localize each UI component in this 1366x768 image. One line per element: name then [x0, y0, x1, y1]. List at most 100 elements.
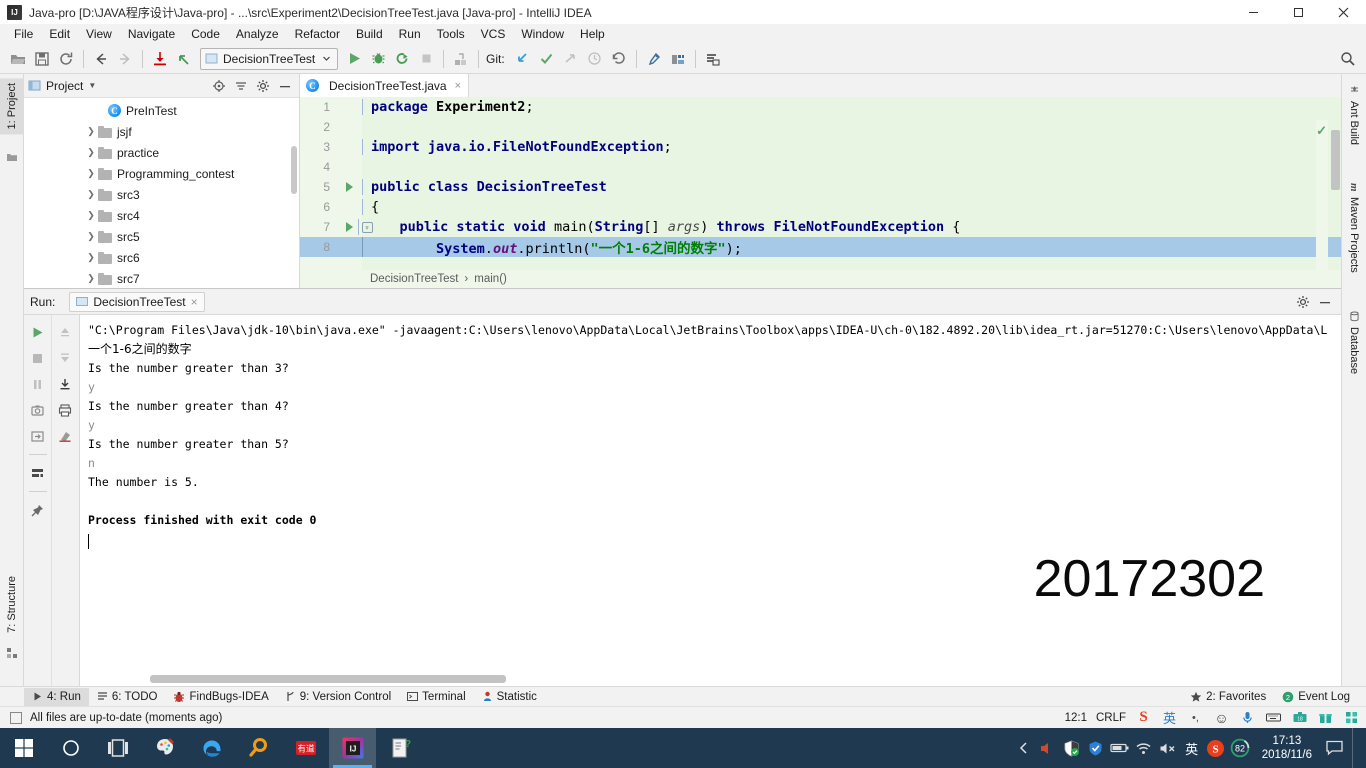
tree-item-src6[interactable]: ❯ src6 [24, 247, 299, 268]
menu-window[interactable]: Window [513, 25, 572, 43]
tree-item-preintest[interactable]: C PreInTest [24, 100, 299, 121]
save-all-icon[interactable] [30, 47, 54, 71]
console-horizontal-scrollbar[interactable] [150, 675, 506, 683]
antivirus-shield-icon[interactable] [1084, 728, 1108, 768]
chevron-right-icon[interactable]: ❯ [84, 252, 98, 263]
chevron-right-icon[interactable]: ❯ [84, 231, 98, 242]
menu-refactor[interactable]: Refactor [287, 25, 348, 43]
update-project-icon[interactable] [148, 47, 172, 71]
close-button[interactable] [1321, 0, 1366, 24]
dump-threads-button[interactable] [27, 399, 49, 421]
hide-panel-icon[interactable] [275, 76, 295, 96]
taskbar-clock[interactable]: 17:13 2018/11/6 [1252, 734, 1322, 762]
menu-edit[interactable]: Edit [41, 25, 78, 43]
tree-item-src7[interactable]: ❯ src7 [24, 268, 299, 289]
menu-help[interactable]: Help [572, 25, 613, 43]
settings-icon[interactable] [642, 47, 666, 71]
menu-tools[interactable]: Tools [429, 25, 473, 43]
volume-muted-icon[interactable] [1036, 728, 1060, 768]
locate-file-icon[interactable] [209, 76, 229, 96]
run-button[interactable] [342, 47, 366, 71]
show-desktop-button[interactable] [1352, 728, 1362, 768]
tree-item-src5[interactable]: ❯ src5 [24, 226, 299, 247]
bottom-tab-event-log[interactable]: 2 Event Log [1274, 688, 1358, 706]
chevron-right-icon[interactable]: ❯ [84, 147, 98, 158]
bottom-tab-terminal[interactable]: Terminal [399, 688, 473, 706]
speaker-muted-icon[interactable] [1156, 728, 1180, 768]
tree-item-programming-contest[interactable]: ❯ Programming_contest [24, 163, 299, 184]
gift-icon[interactable] [1317, 709, 1334, 726]
help-document-app[interactable]: ? [376, 728, 423, 768]
clear-all-button[interactable] [54, 425, 76, 447]
toolbox-icon[interactable]: 18 [1291, 709, 1308, 726]
sidebar-item-project[interactable]: 1: Project [0, 78, 24, 135]
rerun-button[interactable] [27, 321, 49, 343]
database-sync-icon[interactable] [701, 47, 725, 71]
chevron-right-icon[interactable]: ❯ [84, 189, 98, 200]
project-settings-icon[interactable] [666, 47, 690, 71]
menu-grid-icon[interactable] [1343, 709, 1360, 726]
tree-item-src4[interactable]: ❯ src4 [24, 205, 299, 226]
close-tab-icon[interactable]: × [455, 80, 461, 92]
commit-changes-icon[interactable] [172, 47, 196, 71]
structure-icon[interactable] [0, 642, 24, 664]
editor-scrollbar[interactable] [1331, 130, 1340, 190]
minimize-button[interactable] [1231, 0, 1276, 24]
ime-chinese-icon[interactable]: 英 [1161, 709, 1178, 727]
run-panel-hide-icon[interactable] [1315, 292, 1335, 312]
sogou-s-icon[interactable]: S [1135, 709, 1152, 726]
soft-wrap-button[interactable] [27, 462, 49, 484]
restore-layout-button[interactable] [27, 425, 49, 447]
security-shield-icon[interactable] [1060, 728, 1084, 768]
paint-3d-app[interactable] [141, 728, 188, 768]
open-project-icon[interactable] [6, 47, 30, 71]
menu-analyze[interactable]: Analyze [228, 25, 287, 43]
chevron-right-icon[interactable]: ❯ [84, 126, 98, 137]
project-tree-scrollbar[interactable] [291, 146, 297, 194]
maximize-button[interactable] [1276, 0, 1321, 24]
cortana-search-button[interactable] [47, 728, 94, 768]
bottom-tab-todo[interactable]: 6: TODO [89, 688, 166, 706]
menu-vcs[interactable]: VCS [473, 25, 514, 43]
project-folder-icon[interactable] [0, 146, 24, 168]
smiley-icon[interactable]: ☺ [1213, 709, 1230, 726]
run-tab-decisiontreetest[interactable]: DecisionTreeTest × [69, 291, 205, 312]
tab-decisiontreetest-java[interactable]: C DecisionTreeTest.java × [300, 74, 470, 97]
run-with-coverage-button[interactable] [390, 47, 414, 71]
navigate-back-icon[interactable] [89, 47, 113, 71]
scroll-to-end-button[interactable] [54, 373, 76, 395]
menu-build[interactable]: Build [348, 25, 391, 43]
console-output[interactable]: "C:\Program Files\Java\jdk-10\bin\java.e… [80, 315, 1341, 687]
console-vertical-scrollbar[interactable] [1331, 319, 1339, 439]
breadcrumb-method[interactable]: main() [474, 273, 507, 285]
run-panel-gear-icon[interactable] [1293, 292, 1313, 312]
sidebar-item-database[interactable]: Database [1342, 306, 1366, 379]
git-revert-icon[interactable] [607, 47, 631, 71]
chevron-down-icon[interactable]: ▼ [88, 81, 96, 90]
bottom-tab-findbugs[interactable]: FindBugs-IDEA [165, 688, 276, 706]
close-run-tab-icon[interactable]: × [191, 295, 198, 309]
chevron-right-icon[interactable]: ❯ [84, 273, 98, 284]
menu-run[interactable]: Run [391, 25, 429, 43]
sidebar-item-ant-build[interactable]: Ant Build [1342, 80, 1366, 150]
menu-navigate[interactable]: Navigate [120, 25, 183, 43]
git-commit-icon[interactable] [535, 47, 559, 71]
tree-item-jsjf[interactable]: ❯ jsjf [24, 121, 299, 142]
print-button[interactable] [54, 399, 76, 421]
pin-tab-button[interactable] [27, 499, 49, 521]
editor-marker-bar[interactable] [1316, 120, 1328, 288]
action-center-icon[interactable] [1322, 728, 1346, 768]
search-everything-app[interactable] [235, 728, 282, 768]
caret-position[interactable]: 12:1 [1065, 712, 1087, 724]
battery-percent-icon[interactable]: 82 [1228, 728, 1252, 768]
bottom-tab-run[interactable]: 4: Run [24, 687, 89, 706]
microphone-icon[interactable] [1239, 709, 1256, 726]
chevron-right-icon[interactable]: ❯ [84, 210, 98, 221]
gear-icon[interactable] [253, 76, 273, 96]
run-configuration-selector[interactable]: DecisionTreeTest [200, 47, 338, 70]
show-hidden-icons-button[interactable] [1012, 728, 1036, 768]
start-button[interactable] [0, 728, 47, 768]
breadcrumb-class[interactable]: DecisionTreeTest [370, 273, 458, 285]
collapse-all-icon[interactable] [231, 76, 251, 96]
synchronize-icon[interactable] [54, 47, 78, 71]
